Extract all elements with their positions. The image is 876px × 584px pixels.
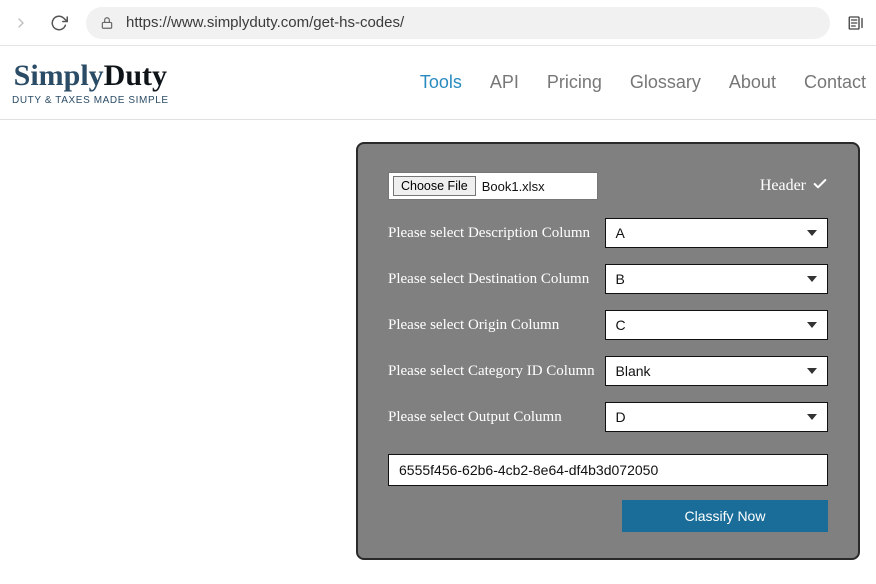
select-output-value: D <box>616 409 626 425</box>
browser-right-controls <box>842 9 872 37</box>
panel-top-row: Choose File Book1.xlsx Header <box>388 172 828 200</box>
select-category-col[interactable]: Blank <box>605 356 828 386</box>
nav-pricing[interactable]: Pricing <box>547 72 602 93</box>
select-origin-col[interactable]: C <box>605 310 828 340</box>
url-text: https://www.simplyduty.com/get-hs-codes/ <box>126 14 404 31</box>
reader-mode-icon[interactable] <box>842 9 870 37</box>
row-category: Please select Category ID Column Blank <box>388 356 828 386</box>
hs-codes-panel: Choose File Book1.xlsx Header Please sel… <box>356 142 860 560</box>
nav-tools[interactable]: Tools <box>420 72 462 93</box>
url-bar[interactable]: https://www.simplyduty.com/get-hs-codes/ <box>86 7 830 39</box>
logo-word-duty: Duty <box>104 59 167 92</box>
choose-file-button[interactable]: Choose File <box>393 176 476 196</box>
select-description-value: A <box>616 225 625 241</box>
file-input-box[interactable]: Choose File Book1.xlsx <box>388 172 598 200</box>
row-output: Please select Output Column D <box>388 402 828 432</box>
select-destination-col[interactable]: B <box>605 264 828 294</box>
label-category-col: Please select Category ID Column <box>388 363 605 380</box>
site-header: SimplyDuty DUTY & TAXES MADE SIMPLE Tool… <box>0 46 876 120</box>
check-icon <box>812 176 828 197</box>
row-destination: Please select Destination Column B <box>388 264 828 294</box>
logo-wordmark: SimplyDuty <box>14 59 167 93</box>
select-category-value: Blank <box>616 363 651 379</box>
select-origin-value: C <box>616 317 626 333</box>
row-description: Please select Description Column A <box>388 218 828 248</box>
logo[interactable]: SimplyDuty DUTY & TAXES MADE SIMPLE <box>12 59 169 106</box>
logo-tagline: DUTY & TAXES MADE SIMPLE <box>12 95 169 106</box>
nav-about[interactable]: About <box>729 72 776 93</box>
classify-now-button[interactable]: Classify Now <box>622 500 828 532</box>
label-output-col: Please select Output Column <box>388 409 605 426</box>
row-origin: Please select Origin Column C <box>388 310 828 340</box>
lock-icon <box>100 16 114 30</box>
browser-toolbar: https://www.simplyduty.com/get-hs-codes/ <box>0 0 876 46</box>
chosen-file-name: Book1.xlsx <box>482 179 545 194</box>
reload-icon[interactable] <box>42 6 76 40</box>
nav-glossary[interactable]: Glossary <box>630 72 701 93</box>
label-origin-col: Please select Origin Column <box>388 317 605 334</box>
select-description-col[interactable]: A <box>605 218 828 248</box>
api-key-input[interactable] <box>388 454 828 486</box>
label-destination-col: Please select Destination Column <box>388 271 605 288</box>
label-description-col: Please select Description Column <box>388 225 605 242</box>
forward-icon[interactable] <box>4 6 38 40</box>
main-nav: Tools API Pricing Glossary About Contact <box>420 72 876 93</box>
select-output-col[interactable]: D <box>605 402 828 432</box>
header-toggle-label: Header <box>760 177 806 195</box>
select-destination-value: B <box>616 271 625 287</box>
nav-contact[interactable]: Contact <box>804 72 866 93</box>
logo-word-simply: Simply <box>14 59 104 92</box>
header-toggle[interactable]: Header <box>760 176 828 197</box>
nav-api[interactable]: API <box>490 72 519 93</box>
